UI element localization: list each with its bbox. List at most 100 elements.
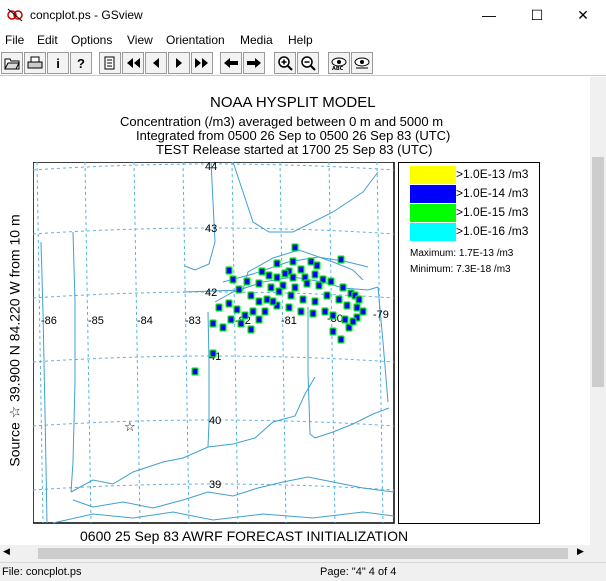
concentration-cell — [269, 297, 277, 306]
lon-label: -86 — [41, 315, 57, 327]
title-bar: concplot.ps - GSview — ☐ ✕ — [0, 0, 606, 30]
print-icon[interactable] — [24, 52, 46, 74]
back-icon[interactable] — [220, 52, 242, 74]
svg-text:ABC: ABC — [332, 66, 344, 70]
concentration-cell — [273, 259, 281, 268]
first-page-icon[interactable] — [122, 52, 144, 74]
legend-row: >1.0E-13 /m3 — [410, 166, 540, 184]
concentration-cell — [297, 265, 305, 274]
menu-options[interactable]: Options — [71, 33, 112, 47]
menu-view[interactable]: View — [127, 33, 153, 47]
legend-label: >1.0E-16 /m3 — [456, 224, 529, 238]
concentration-cell — [329, 327, 337, 336]
horizontal-scroll-thumb[interactable] — [38, 548, 568, 559]
legend-row: >1.0E-16 /m3 — [410, 223, 540, 241]
concentration-cell — [291, 243, 299, 252]
concentration-cell — [227, 315, 235, 324]
help-icon[interactable]: ? — [70, 52, 92, 74]
concentration-cell — [255, 297, 263, 306]
concentration-cell — [311, 270, 319, 279]
zoom-out-icon[interactable] — [297, 52, 319, 74]
menu-file[interactable]: File — [5, 33, 24, 47]
menu-media[interactable]: Media — [240, 33, 273, 47]
concentration-cell — [237, 319, 245, 328]
menu-orientation[interactable]: Orientation — [166, 33, 225, 47]
concentration-cell — [247, 325, 255, 334]
concentration-cell — [233, 305, 241, 314]
menu-edit[interactable]: Edit — [37, 33, 58, 47]
lon-label: -83 — [185, 315, 201, 327]
lat-label: 39 — [209, 479, 221, 491]
menu-help[interactable]: Help — [288, 33, 313, 47]
concentration-cell — [303, 279, 311, 288]
concentration-cell — [249, 307, 257, 316]
minimize-button[interactable]: — — [466, 0, 512, 30]
window-title: concplot.ps - GSview — [30, 8, 143, 22]
concentration-cell — [359, 307, 367, 316]
goto-page-icon[interactable] — [99, 52, 121, 74]
toolbar: i ? ABC — [0, 50, 606, 76]
status-bar: File: concplot.ps Page: "4" 4 of 4 — [0, 562, 606, 581]
concentration-cell — [353, 303, 361, 312]
last-page-icon[interactable] — [191, 52, 213, 74]
legend-swatch — [410, 185, 456, 203]
text-extract-icon[interactable] — [351, 52, 373, 74]
prev-page-icon[interactable] — [145, 52, 167, 74]
plot-footer: 0600 25 Sep 83 AWRF FORECAST INITIALIZAT… — [80, 528, 409, 544]
concentration-cell — [263, 295, 271, 304]
concentration-cell — [215, 303, 223, 312]
concentration-cell — [289, 257, 297, 266]
scroll-right-icon[interactable]: ▶ — [577, 546, 584, 557]
concentration-cell — [241, 311, 249, 320]
legend-label: >1.0E-13 /m3 — [456, 167, 529, 181]
legend-row: >1.0E-14 /m3 — [410, 185, 540, 203]
lon-label: -81 — [281, 315, 297, 327]
maximize-button[interactable]: ☐ — [514, 0, 560, 30]
concentration-cell — [229, 275, 237, 284]
plot-subtitle-concentration: Concentration (/m3) averaged between 0 m… — [120, 114, 444, 129]
scroll-left-icon[interactable]: ◀ — [3, 546, 10, 557]
concentration-cell — [311, 297, 319, 306]
concentration-cell — [191, 367, 199, 376]
lat-label: 44 — [205, 162, 217, 173]
gsview-app-icon[interactable] — [6, 6, 24, 24]
concentration-cell — [307, 257, 315, 266]
concentration-cell — [247, 291, 255, 300]
concentration-cell — [255, 279, 263, 288]
concentration-cell — [299, 295, 307, 304]
legend-maximum: Maximum: 1.7E-13 /m3 — [410, 248, 514, 259]
legend-label: >1.0E-15 /m3 — [456, 205, 529, 219]
scroll-corner — [590, 545, 606, 562]
concentration-cell — [337, 335, 345, 344]
info-icon[interactable]: i — [47, 52, 69, 74]
document-viewport[interactable]: NOAA HYSPLIT MODEL Concentration (/m3) a… — [0, 77, 590, 545]
concentration-cell — [341, 315, 349, 324]
menu-bar: File Edit Options View Orientation Media… — [0, 30, 606, 50]
concentration-cell — [285, 303, 293, 312]
concentration-cell — [258, 267, 266, 276]
lon-label: -85 — [88, 315, 104, 327]
concentration-cell — [309, 309, 317, 318]
horizontal-scrollbar[interactable]: ◀ ▶ — [0, 545, 590, 562]
concentration-cell — [225, 299, 233, 308]
forward-icon[interactable] — [243, 52, 265, 74]
concentration-cell — [281, 269, 289, 278]
lon-label: -79 — [373, 309, 389, 321]
full-screen-icon[interactable]: ABC — [328, 52, 350, 74]
concentration-cell — [337, 255, 345, 264]
zoom-in-icon[interactable] — [274, 52, 296, 74]
vertical-scroll-thumb[interactable] — [592, 157, 604, 387]
concentration-cell — [261, 307, 269, 316]
open-icon[interactable] — [1, 52, 23, 74]
concentration-cell — [225, 266, 233, 275]
lat-label: 42 — [205, 287, 217, 299]
source-marker-icon: ☆ — [124, 420, 136, 435]
plot-subtitle-integrated: Integrated from 0500 26 Sep to 0500 26 S… — [136, 128, 451, 143]
vertical-scrollbar[interactable] — [590, 77, 606, 545]
close-button[interactable]: ✕ — [560, 0, 606, 30]
concentration-cell — [323, 291, 331, 300]
concentration-cell — [321, 307, 329, 316]
next-page-icon[interactable] — [168, 52, 190, 74]
concentration-cell — [235, 285, 243, 294]
concentration-cell — [273, 273, 281, 282]
